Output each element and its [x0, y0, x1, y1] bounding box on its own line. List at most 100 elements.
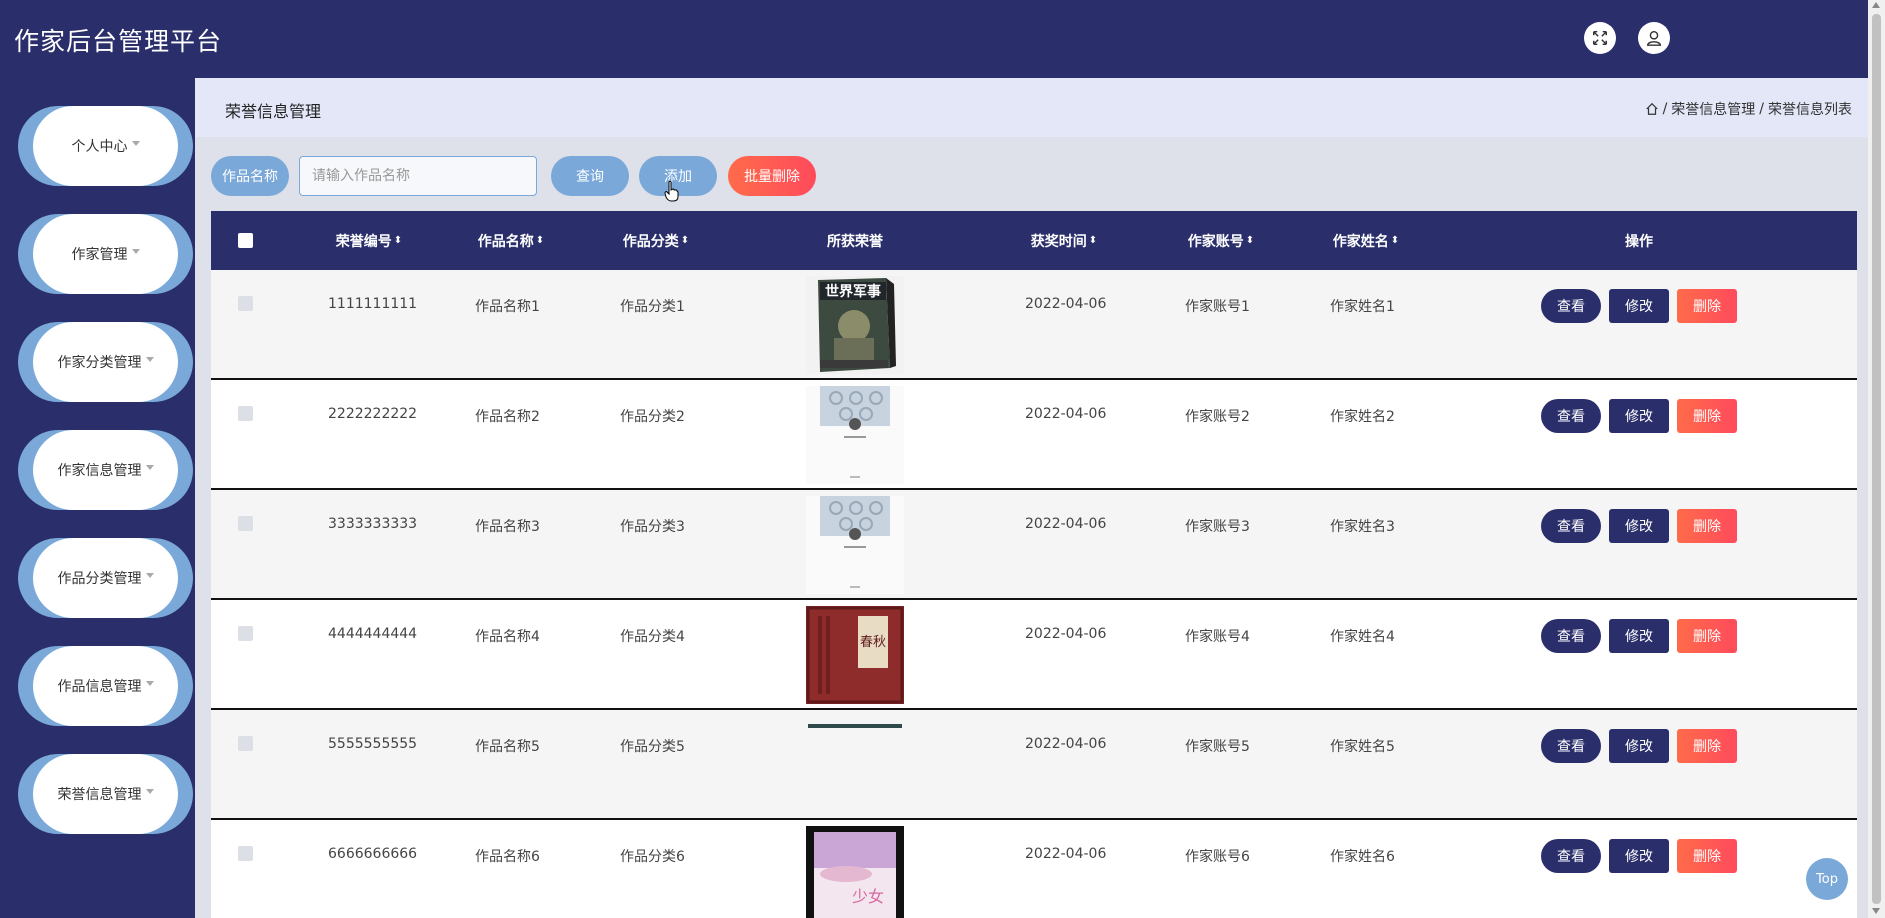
- table-header: 荣誉编号 ⬍ 作品名称 ⬍ 作品分类 ⬍ 所获荣誉 获奖时间 ⬍ 作家账号 ⬍ 作家姓名 ⬍…: [211, 211, 1857, 270]
- breadcrumb-level1[interactable]: 荣誉信息管理: [1671, 99, 1755, 119]
- edit-button[interactable]: 修改: [1609, 509, 1669, 543]
- row-checkbox[interactable]: [238, 516, 253, 531]
- delete-button[interactable]: 删除: [1677, 399, 1737, 433]
- cell-writer-account: 作家账号2: [1185, 409, 1250, 425]
- col-award-date[interactable]: 获奖时间 ⬍: [1006, 211, 1122, 270]
- honor-table: 荣誉编号 ⬍ 作品名称 ⬍ 作品分类 ⬍ 所获荣誉 获奖时间 ⬍ 作家账号 ⬍ 作家姓名 ⬍…: [211, 211, 1857, 918]
- col-writer-account[interactable]: 作家账号 ⬍: [1171, 211, 1271, 270]
- menu-pill: 荣誉信息管理: [33, 754, 178, 834]
- breadcrumb-level2: 荣誉信息列表: [1768, 102, 1852, 118]
- col-label: 所获荣誉: [827, 233, 883, 250]
- cell-award-date: 2022-04-06: [1025, 406, 1107, 422]
- top-header: 作家后台管理平台: [0, 0, 1868, 78]
- select-all-checkbox[interactable]: [238, 233, 253, 248]
- edit-button[interactable]: 修改: [1609, 839, 1669, 873]
- view-button[interactable]: 查看: [1541, 509, 1601, 543]
- cell-work-name: 作品名称3: [475, 519, 540, 535]
- caret-down-icon: [145, 788, 154, 794]
- sidebar-item-personal-center[interactable]: 个人中心: [18, 106, 193, 186]
- row-checkbox[interactable]: [238, 406, 253, 421]
- view-button[interactable]: 查看: [1541, 729, 1601, 763]
- edit-button[interactable]: 修改: [1609, 729, 1669, 763]
- col-writer-name[interactable]: 作家姓名 ⬍: [1316, 211, 1416, 270]
- cover-illustration: 春秋: [806, 606, 904, 704]
- search-bar: 作品名称 查询 添加 批量删除: [211, 156, 911, 196]
- sidebar-item-writer-mgmt[interactable]: 作家管理: [18, 214, 193, 294]
- caret-down-icon: [145, 356, 154, 362]
- sidebar-item-work-info[interactable]: 作品信息管理: [18, 646, 193, 726]
- honor-cover-image: [806, 716, 904, 814]
- view-button[interactable]: 查看: [1541, 289, 1601, 323]
- row-checkbox[interactable]: [238, 846, 253, 861]
- back-to-top-button[interactable]: Top: [1806, 858, 1848, 900]
- table-row: 2222222222 作品名称2 作品分类2 2022-04-06 作家账号2 …: [211, 380, 1857, 490]
- sidebar-item-label: 作家管理: [71, 247, 128, 263]
- cell-writer-account: 作家账号1: [1185, 299, 1250, 315]
- menu-pill: 个人中心: [33, 106, 178, 186]
- scrollbar-thumb[interactable]: [1872, 14, 1881, 904]
- sidebar-item-label: 作家分类管理: [57, 355, 142, 371]
- view-button[interactable]: 查看: [1541, 619, 1601, 653]
- col-work-name[interactable]: 作品名称 ⬍: [461, 211, 561, 270]
- delete-button[interactable]: 删除: [1677, 619, 1737, 653]
- sort-icon: ⬍: [1245, 235, 1255, 246]
- caret-down-icon: [145, 572, 154, 578]
- cell-work-category: 作品分类4: [620, 629, 685, 645]
- row-checkbox[interactable]: [238, 626, 253, 641]
- cell-work-name: 作品名称1: [475, 299, 540, 315]
- edit-button[interactable]: 修改: [1609, 289, 1669, 323]
- work-name-search-input[interactable]: [299, 156, 537, 196]
- sidebar-item-label: 荣誉信息管理: [57, 787, 142, 803]
- query-button[interactable]: 查询: [551, 156, 629, 196]
- caret-down-icon: [131, 140, 140, 146]
- sidebar-item-work-category[interactable]: 作品分类管理: [18, 538, 193, 618]
- cell-award-date: 2022-04-06: [1025, 736, 1107, 752]
- edit-button[interactable]: 修改: [1609, 619, 1669, 653]
- cell-writer-name: 作家姓名1: [1330, 299, 1395, 315]
- menu-pill: 作品分类管理: [33, 538, 178, 618]
- cell-award-date: 2022-04-06: [1025, 296, 1107, 312]
- delete-button[interactable]: 删除: [1677, 729, 1737, 763]
- menu-pill: 作家信息管理: [33, 430, 178, 510]
- delete-button[interactable]: 删除: [1677, 509, 1737, 543]
- bulk-delete-button[interactable]: 批量删除: [728, 156, 816, 196]
- caret-down-icon: [131, 248, 140, 254]
- honor-cover-image: [806, 496, 904, 594]
- cell-work-category: 作品分类1: [620, 299, 685, 315]
- cell-work-name: 作品名称5: [475, 739, 540, 755]
- cell-writer-name: 作家姓名3: [1330, 519, 1395, 535]
- user-icon: [1646, 30, 1662, 46]
- delete-button[interactable]: 删除: [1677, 289, 1737, 323]
- fullscreen-button[interactable]: [1584, 22, 1616, 54]
- cell-work-category: 作品分类2: [620, 409, 685, 425]
- row-checkbox[interactable]: [238, 296, 253, 311]
- vertical-scrollbar[interactable]: [1868, 0, 1885, 918]
- cell-writer-name: 作家姓名4: [1330, 629, 1395, 645]
- view-button[interactable]: 查看: [1541, 839, 1601, 873]
- sidebar-item-writer-category[interactable]: 作家分类管理: [18, 322, 193, 402]
- col-label: 作品名称: [477, 233, 534, 250]
- cell-award-date: 2022-04-06: [1025, 626, 1107, 642]
- cell-award-date: 2022-04-06: [1025, 846, 1107, 862]
- view-button[interactable]: 查看: [1541, 399, 1601, 433]
- user-button[interactable]: [1638, 22, 1670, 54]
- cell-work-name: 作品名称6: [475, 849, 540, 865]
- home-icon[interactable]: [1645, 102, 1659, 116]
- cover-title: 世界军事: [825, 283, 881, 300]
- col-label: 作品分类: [622, 233, 679, 250]
- cell-writer-name: 作家姓名2: [1330, 409, 1395, 425]
- delete-button[interactable]: 删除: [1677, 839, 1737, 873]
- cell-honor-id: 2222222222: [328, 406, 418, 422]
- row-checkbox[interactable]: [238, 736, 253, 751]
- breadcrumb-separator: /: [1759, 101, 1764, 117]
- sidebar-item-label: 作家信息管理: [57, 463, 142, 479]
- cell-work-category: 作品分类6: [620, 849, 685, 865]
- col-work-category[interactable]: 作品分类 ⬍: [606, 211, 706, 270]
- col-honor-id[interactable]: 荣誉编号 ⬍: [301, 211, 437, 270]
- sidebar-item-honor-info[interactable]: 荣誉信息管理: [18, 754, 193, 834]
- scroll-up-arrow-icon[interactable]: [1872, 2, 1880, 8]
- edit-button[interactable]: 修改: [1609, 399, 1669, 433]
- sort-icon: ⬍: [393, 235, 403, 246]
- sidebar-item-writer-info[interactable]: 作家信息管理: [18, 430, 193, 510]
- scroll-down-arrow-icon[interactable]: [1872, 908, 1880, 914]
